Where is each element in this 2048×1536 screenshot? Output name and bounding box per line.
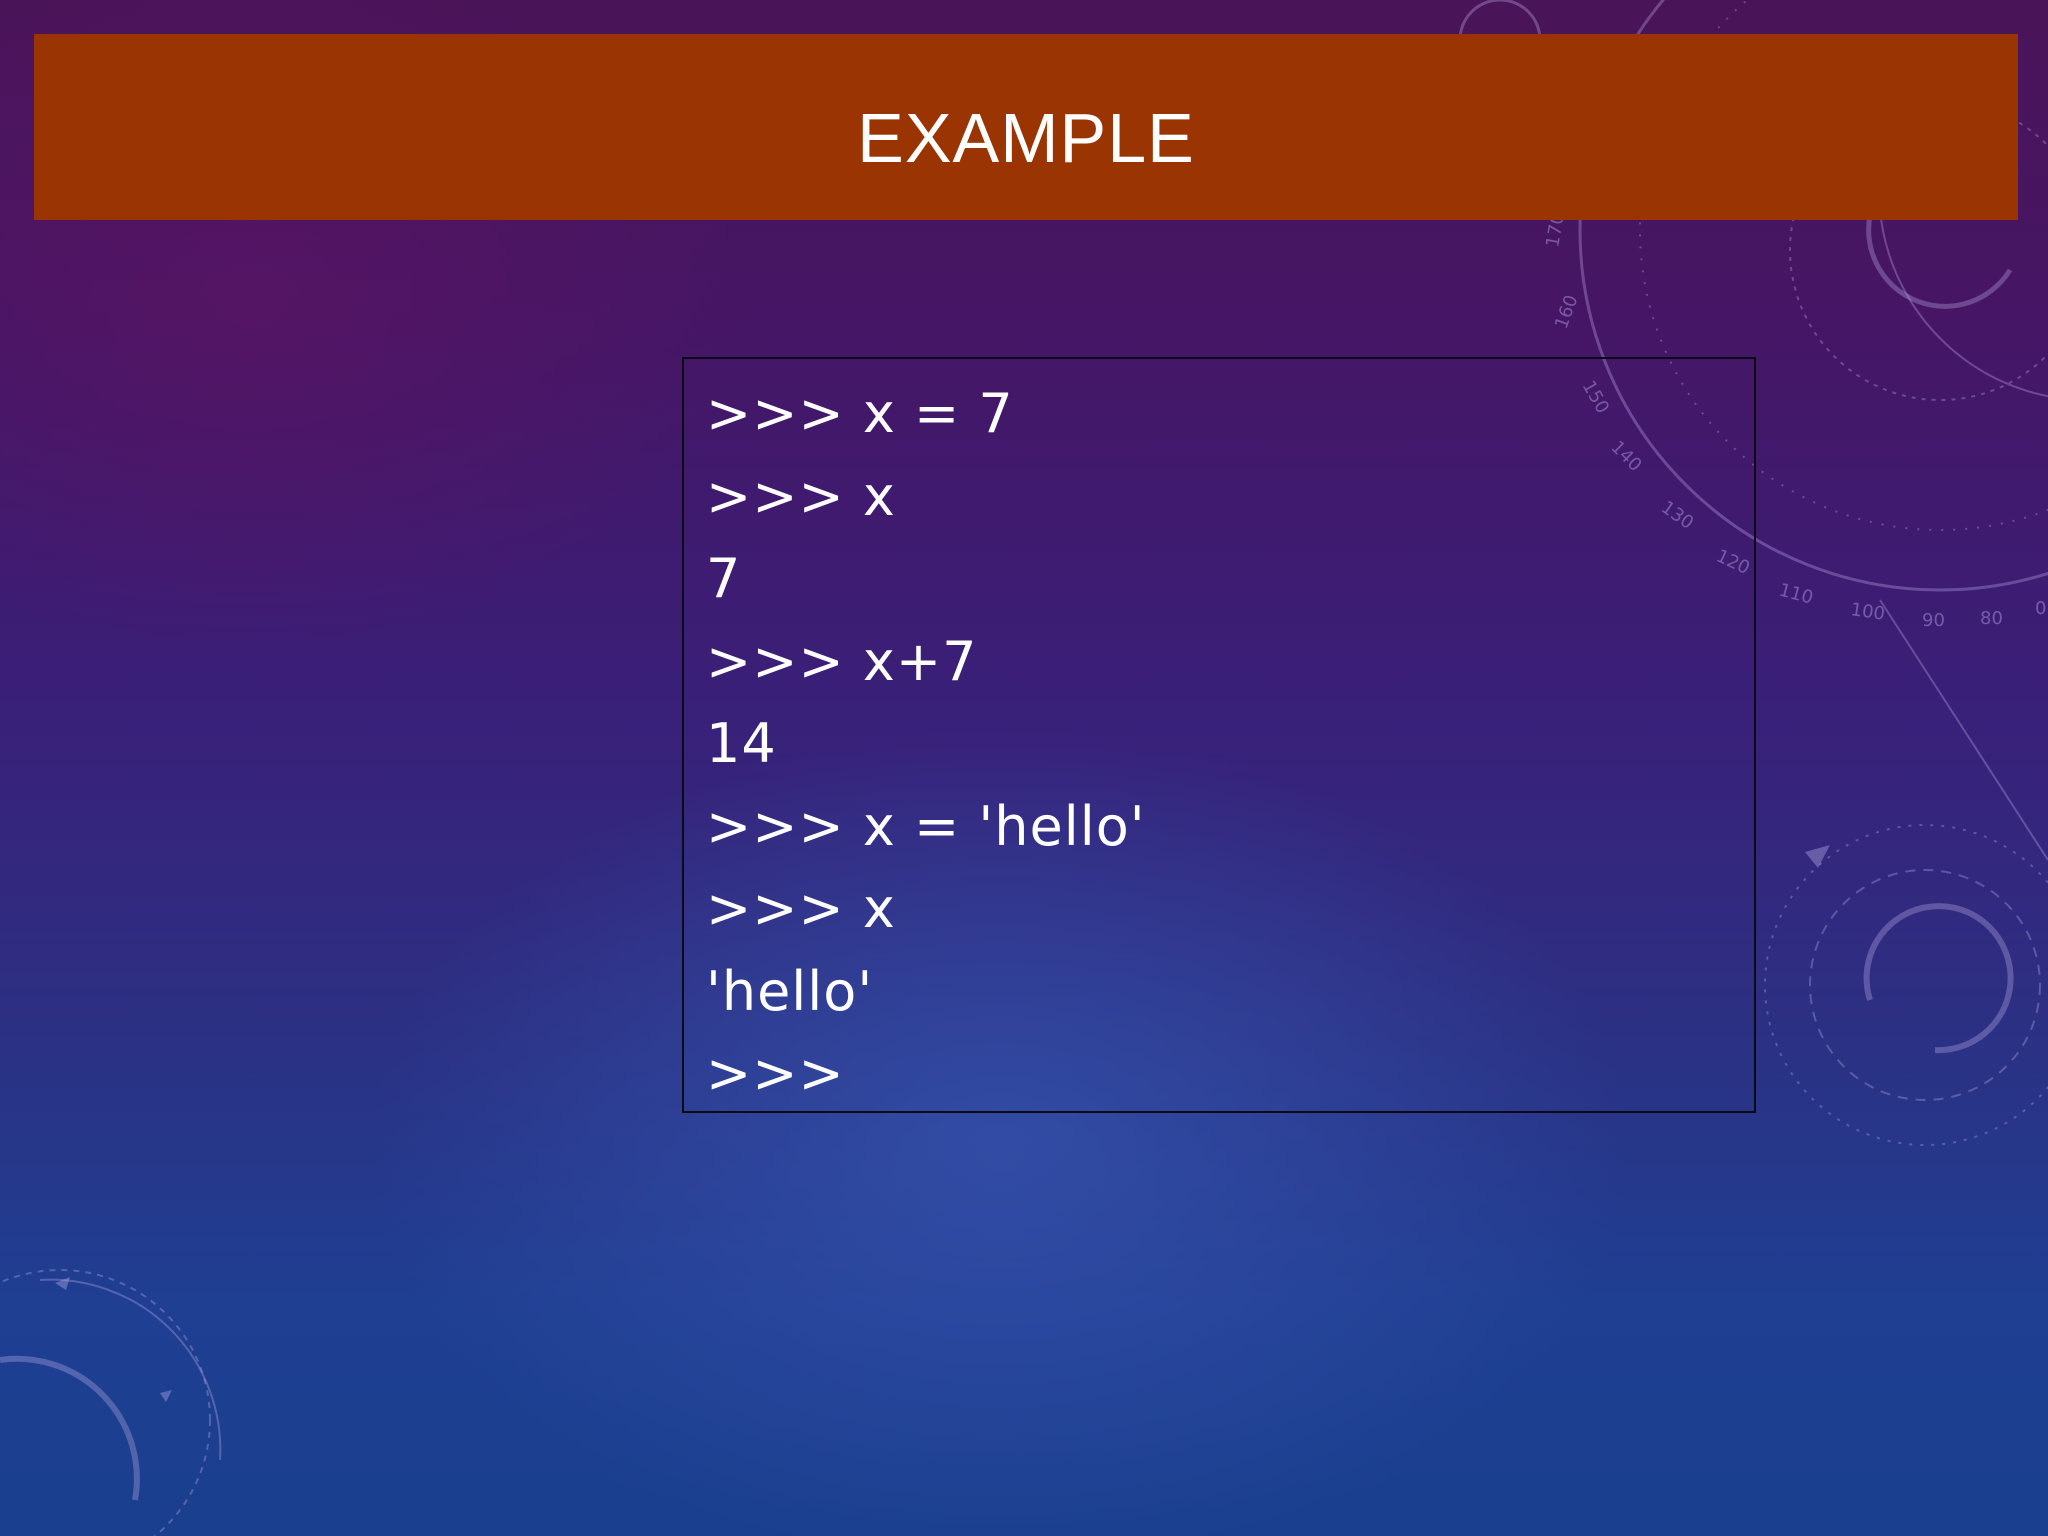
code-line: >>> x = 7 xyxy=(706,382,1014,445)
dial-number: 90 xyxy=(1922,610,1945,631)
code-line: >>> x+7 xyxy=(706,629,978,693)
code-line: 7 xyxy=(706,547,742,610)
code-line: >>> x = 'hello' xyxy=(706,794,1146,858)
dial-number: 110 xyxy=(1777,580,1816,609)
code-line: >>> xyxy=(706,1042,845,1105)
code-line: >>> x xyxy=(706,877,896,940)
title-bar: EXAMPLE xyxy=(34,34,2018,220)
code-line: 'hello' xyxy=(706,959,874,1023)
slide-title: EXAMPLE xyxy=(857,99,1195,177)
dial-number: 100 xyxy=(1849,599,1886,625)
dial-number: 160 xyxy=(1551,292,1582,331)
code-block: >>> x = 7 >>> x 7 >>> x+7 14 >>> x = 'he… xyxy=(682,357,1756,1113)
code-line: >>> x xyxy=(706,464,896,528)
code-line: 14 xyxy=(706,712,777,775)
dial-number: 80 xyxy=(1980,608,2003,629)
dial-number: 0 xyxy=(2035,598,2046,619)
